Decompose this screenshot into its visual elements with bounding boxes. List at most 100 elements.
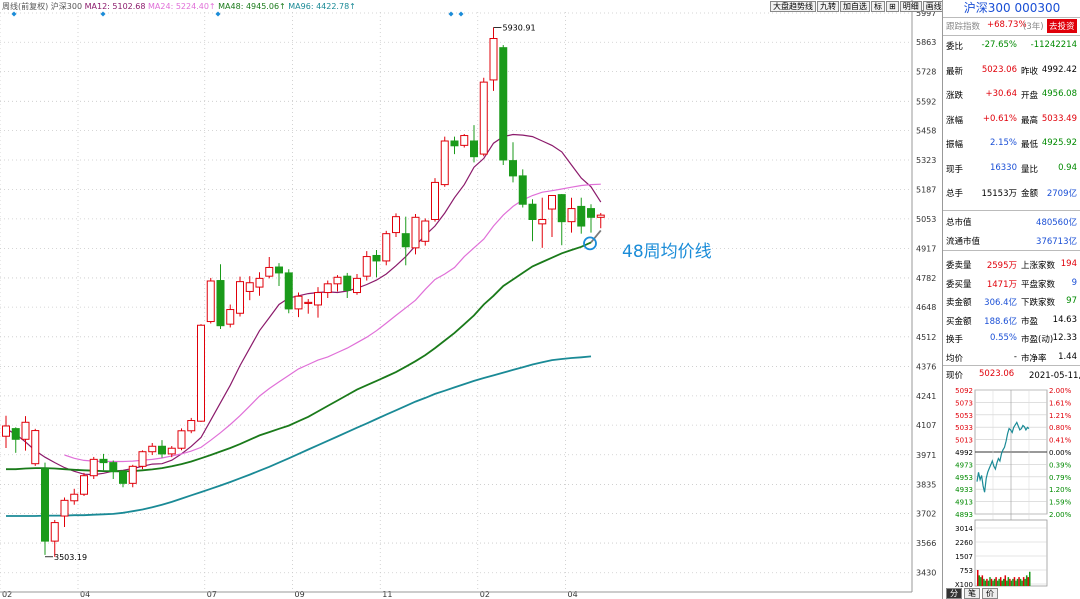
candle-body[interactable] (567, 208, 576, 223)
stat-label: 委买量 (946, 279, 972, 290)
toolbar-button-0[interactable]: 大盘趋势线 (770, 1, 816, 12)
candle-body[interactable] (60, 499, 69, 517)
candle-body[interactable] (119, 470, 127, 484)
candle-body[interactable] (518, 175, 527, 205)
candle-body[interactable] (479, 81, 488, 155)
y-tick-label: 4241 (916, 392, 936, 401)
candle-body[interactable] (216, 280, 225, 327)
candle-body[interactable] (499, 47, 508, 161)
candle-body[interactable] (138, 451, 147, 467)
candle-body[interactable] (197, 324, 205, 422)
candle-body[interactable] (99, 458, 108, 464)
candle-body[interactable] (148, 445, 157, 453)
quote-value: -27.65% (981, 40, 1017, 50)
stat-label-2: 市盈 (1021, 316, 1039, 327)
candle-body[interactable] (50, 522, 59, 542)
candle-body[interactable] (11, 428, 20, 440)
quote-label: 总手 (946, 189, 964, 199)
candle-body[interactable] (177, 430, 186, 449)
candle-body[interactable] (460, 135, 469, 146)
candle-body[interactable] (596, 214, 605, 218)
y-tick-label: 5323 (916, 156, 936, 165)
candle-body[interactable] (577, 205, 586, 227)
candle-body[interactable] (411, 216, 420, 249)
volume-bar (1027, 577, 1029, 586)
candle-body[interactable] (255, 277, 264, 288)
candle-body[interactable] (284, 272, 293, 310)
intraday-pct-tick: 2.00% (1049, 511, 1072, 519)
stat-value: 2595万 (986, 261, 1017, 271)
candle-body[interactable] (333, 276, 342, 285)
candle-body[interactable] (323, 283, 332, 294)
candle-body[interactable] (70, 493, 79, 502)
candle-body[interactable] (294, 295, 303, 310)
candle-body[interactable] (109, 462, 118, 472)
candle-body[interactable] (304, 301, 313, 304)
candle-body[interactable] (431, 181, 439, 220)
toolbar-button-1[interactable]: 九转 (817, 1, 839, 12)
bottom-tab-2[interactable]: 价 (982, 588, 998, 599)
volume-bar (981, 575, 984, 586)
bottom-tab-0[interactable]: 分 (946, 588, 962, 599)
intraday-price-tick: 5092 (955, 387, 973, 395)
intraday-pct-tick: 0.79% (1049, 474, 1072, 482)
candle-body[interactable] (548, 195, 556, 210)
candle-body[interactable] (440, 140, 449, 186)
toolbar-button-3[interactable]: 标 (871, 1, 885, 12)
candle-body[interactable] (353, 277, 361, 294)
x-tick-label: 02 (2, 590, 12, 599)
candle-body[interactable] (401, 233, 410, 248)
candle-body[interactable] (372, 254, 381, 262)
candle-body[interactable] (538, 218, 547, 225)
candle-body[interactable] (275, 266, 283, 274)
candle-body[interactable] (89, 458, 98, 477)
intraday-price-tick: 4992 (955, 449, 973, 457)
candle-body[interactable] (245, 282, 254, 292)
candle-body[interactable] (226, 309, 235, 325)
candle-body[interactable] (470, 140, 478, 158)
candle-body[interactable] (167, 447, 176, 455)
y-tick-label: 5053 (916, 215, 936, 224)
candle-body[interactable] (587, 208, 595, 218)
candle-body[interactable] (528, 203, 537, 220)
candle-body[interactable] (158, 445, 166, 455)
candle-body[interactable] (265, 266, 274, 277)
candle-body[interactable] (382, 233, 391, 262)
kline-chart-area[interactable]: 5997 5863 5728 5592 5458 5323 5187 5053 4917 4782… (0, 0, 982, 599)
market-cap-label: 总市值 (946, 218, 972, 228)
kline-chart[interactable]: 5997586357285592545853235187505349174782… (0, 0, 942, 599)
toolbar-button-5[interactable]: 明细 (899, 1, 922, 12)
volume-bar (1024, 578, 1026, 586)
intraday-chart[interactable]: 5092 2.00% 5073 1.61% 5053 1.21% 5033 0.80% 5013… (943, 382, 1080, 588)
stat-value: 1471万 (986, 279, 1017, 290)
candle-body[interactable] (450, 140, 459, 147)
candle-body[interactable] (2, 425, 10, 437)
candle-body[interactable] (392, 216, 400, 234)
invest-button[interactable]: 去投资 (1047, 19, 1077, 33)
toolbar-button-2[interactable]: 加自选 (840, 1, 870, 12)
candle-body[interactable] (362, 256, 371, 277)
candle-body[interactable] (206, 280, 215, 323)
candle-body[interactable] (80, 475, 88, 495)
x-tick-label: 04 (568, 590, 578, 599)
candle-body[interactable] (21, 421, 30, 440)
candle-body[interactable] (314, 292, 322, 306)
candle-body[interactable] (489, 38, 498, 81)
intraday-pct-tick: 2.00% (1049, 387, 1072, 395)
candle-body[interactable] (31, 430, 40, 465)
candle-body[interactable] (509, 160, 517, 177)
candle-body[interactable] (187, 420, 196, 432)
candle-body[interactable] (41, 468, 49, 542)
candle-body[interactable] (128, 465, 137, 484)
quote-row: 振幅 2.15% 最低 4925.92 (943, 135, 1080, 153)
volume-bar (1015, 580, 1017, 586)
toolbar-button-4[interactable]: ⊞ (886, 1, 899, 12)
ma-legend-item: MA12: 5102.68 (85, 2, 148, 11)
bottom-tab-1[interactable]: 笔 (964, 588, 980, 599)
quote-label: 振幅 (946, 140, 964, 150)
candle-body[interactable] (421, 220, 430, 242)
candle-body[interactable] (343, 275, 352, 291)
candle-body[interactable] (236, 281, 244, 314)
candle-body[interactable] (557, 194, 566, 223)
stat-label: 委卖量 (946, 261, 972, 271)
